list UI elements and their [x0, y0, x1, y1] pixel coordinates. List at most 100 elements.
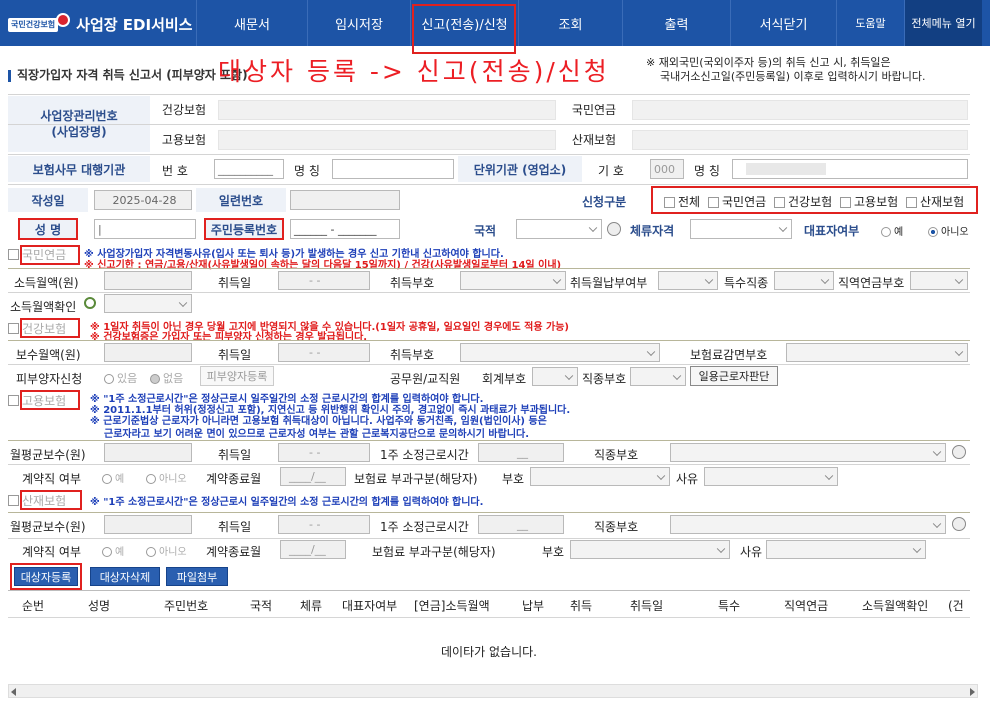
- daily-worker-button[interactable]: 일용근로자판단: [690, 366, 778, 386]
- ind-contract-end-input[interactable]: ____/__: [280, 540, 346, 559]
- ind-reason-select[interactable]: [766, 540, 926, 559]
- unit-symbol-input[interactable]: 000: [650, 159, 684, 179]
- magnifier-icon[interactable]: [84, 297, 96, 309]
- pay-input[interactable]: [104, 343, 192, 362]
- emp-weekly-hours-input[interactable]: __: [478, 443, 564, 462]
- ind-jobcode-select[interactable]: [670, 515, 946, 534]
- emp-acq-date-input[interactable]: - -: [278, 443, 370, 462]
- industrial-warning-1: ※ "1주 소정근로시간"은 정상근로시 일주일간의 소정 근로시간의 합계를 …: [90, 497, 484, 508]
- nhis-logo: 국민건강보험 사업장 EDI서비스: [8, 12, 193, 35]
- name-input[interactable]: |: [94, 219, 196, 239]
- ind-jobcode-label: 직종부호: [594, 520, 639, 534]
- agency-number-label: 번 호: [162, 164, 188, 178]
- ind-acq-date-input[interactable]: - -: [278, 515, 370, 534]
- delete-target-button[interactable]: 대상자삭제: [90, 567, 160, 586]
- reduce-code-select[interactable]: [786, 343, 968, 362]
- apply-all-checkbox[interactable]: 전체: [664, 193, 700, 210]
- col-health[interactable]: (건: [948, 597, 964, 614]
- col-income-confirm[interactable]: 소득월액확인: [862, 597, 928, 614]
- notice-text: ※ 재외국민(국외이주자 등)의 취득 신고 시, 취득일은 국내거소신고일(주…: [646, 56, 926, 83]
- emp-jobcode-search-icon[interactable]: [952, 445, 966, 459]
- col-representative[interactable]: 대표자여부: [342, 597, 397, 614]
- nav-temp-save[interactable]: 임시저장: [307, 0, 410, 46]
- nav-close-form[interactable]: 서식닫기: [730, 0, 836, 46]
- ind-contract-no-radio[interactable]: 아니오: [146, 543, 187, 558]
- emp-jobcode-select[interactable]: [670, 443, 946, 462]
- agency-number-input[interactable]: __________: [214, 159, 284, 179]
- emp-reason-select[interactable]: [704, 467, 838, 486]
- agency-name-input[interactable]: [332, 159, 454, 179]
- industrial-employer-no: [632, 130, 968, 150]
- scroll-left-icon[interactable]: [11, 688, 16, 696]
- income-confirm-select[interactable]: [104, 294, 192, 313]
- emp-levy-code-select[interactable]: [530, 467, 670, 486]
- emp-contract-no-radio[interactable]: 아니오: [146, 470, 187, 485]
- apply-health-checkbox[interactable]: 건강보험: [774, 193, 832, 210]
- apply-employment-checkbox[interactable]: 고용보험: [840, 193, 898, 210]
- pension-acq-code-select[interactable]: [460, 271, 566, 290]
- attach-file-button[interactable]: 파일첨부: [166, 567, 228, 586]
- account-code-select[interactable]: [532, 367, 578, 386]
- nav-new-document[interactable]: 새문서: [196, 0, 307, 46]
- col-nation[interactable]: 국적: [250, 597, 272, 614]
- civil-servant-label: 공무원/교직원: [390, 372, 461, 386]
- emp-contract-end-input[interactable]: ____/__: [280, 467, 346, 486]
- ind-contract-yes-radio[interactable]: 예: [102, 543, 124, 558]
- dependent-register-button[interactable]: 피부양자등록: [200, 366, 274, 386]
- apply-industrial-checkbox[interactable]: 산재보험: [906, 193, 964, 210]
- rep-yes-radio[interactable]: 예: [881, 223, 903, 238]
- emp-avg-pay-input[interactable]: [104, 443, 192, 462]
- col-seq[interactable]: 순번: [22, 597, 44, 614]
- col-name[interactable]: 성명: [88, 597, 110, 614]
- col-payment[interactable]: 납부: [522, 597, 544, 614]
- ind-weekly-hours-input[interactable]: __: [478, 515, 564, 534]
- nav-all-menu[interactable]: 전체메뉴 열기: [904, 0, 982, 46]
- nav-inquiry[interactable]: 조회: [518, 0, 622, 46]
- pension-employer-no: [632, 100, 968, 120]
- job-pension-select[interactable]: [910, 271, 968, 290]
- emp-contract-yes-radio[interactable]: 예: [102, 470, 124, 485]
- acq-payment-label: 취득월납부여부: [570, 276, 648, 290]
- unit-name-label: 명 칭: [694, 164, 720, 178]
- ind-levy-code-select[interactable]: [570, 540, 730, 559]
- dependent-no-radio[interactable]: 없음: [150, 370, 183, 386]
- income-input[interactable]: [104, 271, 192, 290]
- ind-jobcode-search-icon[interactable]: [952, 517, 966, 531]
- nav-print[interactable]: 출력: [622, 0, 730, 46]
- nationality-select[interactable]: [516, 219, 602, 239]
- nav-help[interactable]: 도움말: [836, 0, 904, 46]
- col-pension-income[interactable]: [연금]소득월액: [414, 597, 490, 614]
- special-job-select[interactable]: [774, 271, 834, 290]
- serial-input: [290, 190, 400, 210]
- pension-acq-date-input[interactable]: - -: [278, 271, 370, 290]
- col-special[interactable]: 특수: [718, 597, 740, 614]
- scroll-right-icon[interactable]: [970, 688, 975, 696]
- dependent-yes-radio[interactable]: 있음: [104, 370, 137, 386]
- emp-acq-date-label: 취득일: [218, 448, 252, 462]
- health-acq-date-input[interactable]: - -: [278, 343, 370, 362]
- ind-avg-pay-input[interactable]: [104, 515, 192, 534]
- col-stay[interactable]: 체류: [300, 597, 322, 614]
- col-acq[interactable]: 취득: [570, 597, 592, 614]
- nationality-label: 국적: [474, 224, 497, 238]
- search-nation-icon[interactable]: [607, 222, 621, 236]
- health-jobcode-select[interactable]: [630, 367, 686, 386]
- stay-select[interactable]: [690, 219, 792, 239]
- highlight-pension-box: [20, 245, 80, 265]
- horizontal-scrollbar[interactable]: [8, 684, 978, 698]
- ind-avg-pay-label: 월평균보수(원): [10, 520, 86, 534]
- emp-contract-label: 계약직 여부: [22, 472, 82, 486]
- date-input: 2025-04-28: [94, 190, 192, 210]
- acq-payment-select[interactable]: [658, 271, 718, 290]
- app-title: 사업장 EDI서비스: [76, 16, 193, 34]
- date-label: 작성일: [8, 188, 88, 212]
- col-rrn[interactable]: 주민번호: [164, 597, 208, 614]
- health-acq-code-select[interactable]: [460, 343, 660, 362]
- rep-no-radio[interactable]: 아니오: [928, 223, 969, 238]
- col-acq-date[interactable]: 취득일: [630, 597, 663, 614]
- logo-swirl-icon: [56, 12, 71, 27]
- col-job-pension[interactable]: 직역연금: [784, 597, 828, 614]
- unit-name-input[interactable]: [732, 159, 968, 179]
- apply-pension-checkbox[interactable]: 국민연금: [708, 193, 766, 210]
- rrn-input[interactable]: ______ - _______: [290, 219, 400, 239]
